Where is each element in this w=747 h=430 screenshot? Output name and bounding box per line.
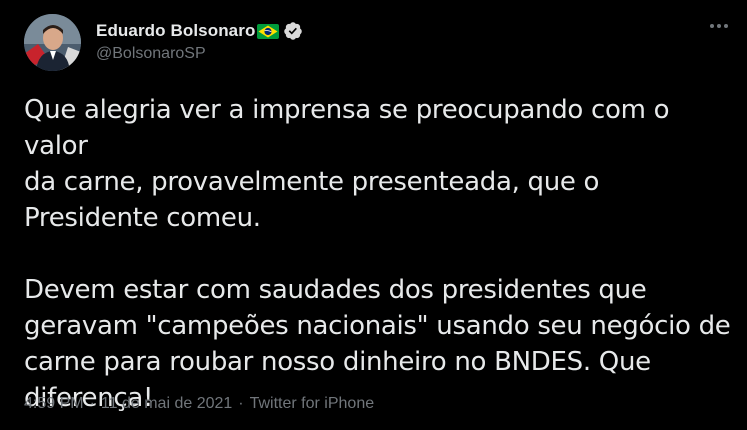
brazil-flag-icon xyxy=(257,23,280,39)
user-handle[interactable]: @BolsonaroSP xyxy=(96,45,303,63)
tweet-time[interactable]: 4:59 PM xyxy=(24,395,84,413)
tweet-date[interactable]: 11 de mai de 2021 xyxy=(101,395,232,413)
verified-badge-icon xyxy=(283,21,303,41)
more-options-icon[interactable] xyxy=(707,18,731,34)
author-info: Eduardo Bolsonaro @BolsonaroSP xyxy=(96,19,303,63)
tweet-metadata: 4:59 PM · 11 de mai de 2021 · Twitter fo… xyxy=(24,395,374,413)
tweet-source[interactable]: Twitter for iPhone xyxy=(250,395,375,413)
more-dot xyxy=(717,24,721,28)
separator: · xyxy=(238,395,244,412)
avatar-image xyxy=(24,14,81,71)
tweet-text: Que alegria ver a imprensa se preocupand… xyxy=(24,95,731,413)
separator: · xyxy=(89,395,95,412)
more-dot xyxy=(710,24,714,28)
tweet-card: Eduardo Bolsonaro @BolsonaroSP Que alegr… xyxy=(0,0,747,430)
display-name[interactable]: Eduardo Bolsonaro xyxy=(96,21,255,41)
avatar[interactable] xyxy=(24,14,81,71)
more-dot xyxy=(724,24,728,28)
name-row: Eduardo Bolsonaro xyxy=(96,19,303,43)
tweet-header: Eduardo Bolsonaro @BolsonaroSP xyxy=(24,14,303,71)
